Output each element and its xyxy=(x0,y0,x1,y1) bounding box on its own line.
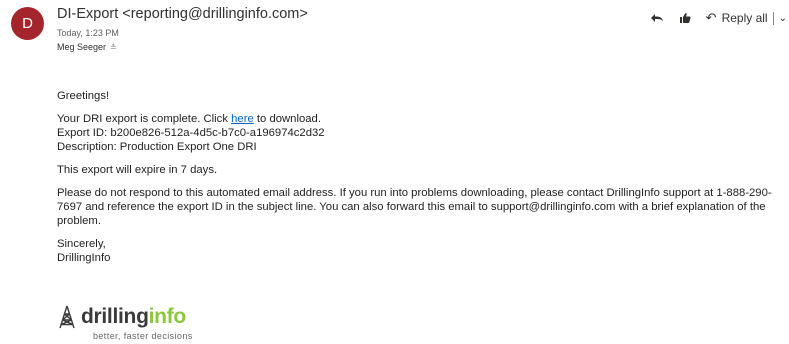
logo-word-drilling: drilling xyxy=(81,305,149,328)
message-actions: ↶ Reply all ⌄ xyxy=(648,8,789,28)
signature: DrillingInfo xyxy=(57,252,111,264)
chevron-down-icon[interactable]: ⌄ xyxy=(779,13,787,24)
support-notice: Please do not respond to this automated … xyxy=(57,187,772,227)
expand-recipients-icon[interactable]: ≛ xyxy=(110,43,117,52)
reply-fish-icon[interactable] xyxy=(648,9,666,27)
thumbs-up-icon[interactable] xyxy=(676,9,694,27)
download-text-pre: Your DRI export is complete. Click xyxy=(57,113,232,125)
export-description: Description: Production Export One DRI xyxy=(57,141,257,153)
download-link[interactable]: here xyxy=(231,113,254,125)
download-text-post: to download. xyxy=(253,113,321,125)
signoff: Sincerely, DrillingInfo xyxy=(57,237,782,265)
logo-word-info: info xyxy=(148,305,187,328)
logo-tagline: better, faster decisions xyxy=(93,331,193,341)
recipient-line[interactable]: Meg Seeger ≛ xyxy=(57,42,117,52)
export-id: Export ID: b200e826-512a-4d5c-b7c0-a1969… xyxy=(57,127,325,139)
closing: Sincerely, xyxy=(57,238,106,250)
greeting: Greetings! xyxy=(57,90,110,102)
sender-name[interactable]: DI-Export <reporting@drillinginfo.com> xyxy=(57,6,308,22)
message-body: Greetings! Your DRI export is complete. … xyxy=(57,89,782,274)
reply-all-button[interactable]: ↶ Reply all xyxy=(706,10,768,26)
logo-wordmark: drillinginfo xyxy=(81,305,186,329)
sent-date: Today, 1:23 PM xyxy=(57,28,119,38)
export-details: Your DRI export is complete. Click here … xyxy=(57,112,782,154)
action-separator xyxy=(772,11,774,25)
reply-all-label: Reply all xyxy=(721,11,768,25)
drillinginfo-logo: drillinginfo better, faster decisions xyxy=(58,305,218,344)
sender-avatar[interactable]: D xyxy=(11,7,44,40)
expiry-notice: This export will expire in 7 days. xyxy=(57,164,218,176)
derrick-icon xyxy=(59,305,75,329)
reply-all-icon: ↶ xyxy=(705,10,717,25)
recipient-name: Meg Seeger xyxy=(57,42,107,52)
